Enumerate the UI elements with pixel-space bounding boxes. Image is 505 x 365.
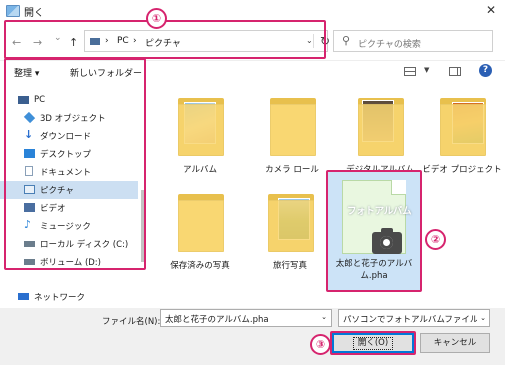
help-icon[interactable]: ? [479, 64, 492, 77]
view-options-icon[interactable] [404, 67, 416, 76]
folder-icon [270, 98, 316, 156]
filename-value: 太郎と花子のアルバム.pha [165, 315, 269, 325]
callout-number-3: ③ [310, 334, 331, 355]
cancel-button[interactable]: キャンセル [420, 333, 490, 353]
folder-label: 保存済みの写真 [170, 261, 230, 271]
close-icon[interactable]: ✕ [486, 3, 496, 17]
chevron-down-icon[interactable]: ⌄ [477, 310, 489, 326]
callout-frame-1 [4, 20, 326, 59]
folder-icon [178, 98, 224, 156]
filename-input[interactable]: 太郎と花子のアルバム.pha ⌄ [160, 309, 332, 327]
folder-icon [268, 194, 314, 252]
folder-icon [440, 98, 486, 156]
search-box[interactable]: ⚲ ピクチャの検索 [333, 30, 493, 52]
sidebar-item-label: ネットワーク [34, 293, 86, 303]
folder-travel-photos[interactable]: 旅行写真 [248, 188, 332, 284]
folder-album[interactable]: アルバム [158, 92, 242, 188]
folder-camera-roll[interactable]: カメラ ロール [250, 92, 334, 188]
search-placeholder: ピクチャの検索 [358, 40, 421, 50]
view-dropdown-icon[interactable]: ▼ [424, 66, 429, 74]
sidebar-item-network[interactable]: ネットワーク [0, 288, 138, 306]
window-title: 開く [24, 8, 44, 19]
filetype-select[interactable]: パソコンでフォトアルバムファイル(*.pha) ⌄ [338, 309, 490, 327]
folder-label: アルバム [183, 165, 217, 175]
callout-frame-1b [4, 58, 146, 270]
folder-label: ビデオ プロジェクト [422, 165, 502, 175]
callout-number-1: ① [146, 8, 167, 29]
chevron-down-icon[interactable]: ⌄ [321, 313, 327, 321]
app-icon [6, 5, 20, 17]
folder-icon [178, 194, 224, 252]
preview-pane-icon[interactable] [449, 67, 461, 76]
folder-label: 旅行写真 [272, 261, 307, 271]
folder-saved-pictures[interactable]: 保存済みの写真 [158, 188, 242, 284]
folder-label: カメラ ロール [265, 165, 319, 175]
network-icon [18, 293, 29, 300]
filename-label: ファイル名(N): [102, 317, 161, 327]
filetype-value: パソコンでフォトアルバムファイル(*.pha) [343, 315, 489, 325]
callout-frame-2 [326, 170, 422, 292]
search-icon: ⚲ [342, 34, 351, 47]
callout-number-2: ② [425, 229, 446, 250]
folder-icon [358, 98, 404, 156]
callout-frame-3 [330, 331, 416, 355]
folder-video-project[interactable]: ビデオ プロジェクト [420, 92, 504, 188]
